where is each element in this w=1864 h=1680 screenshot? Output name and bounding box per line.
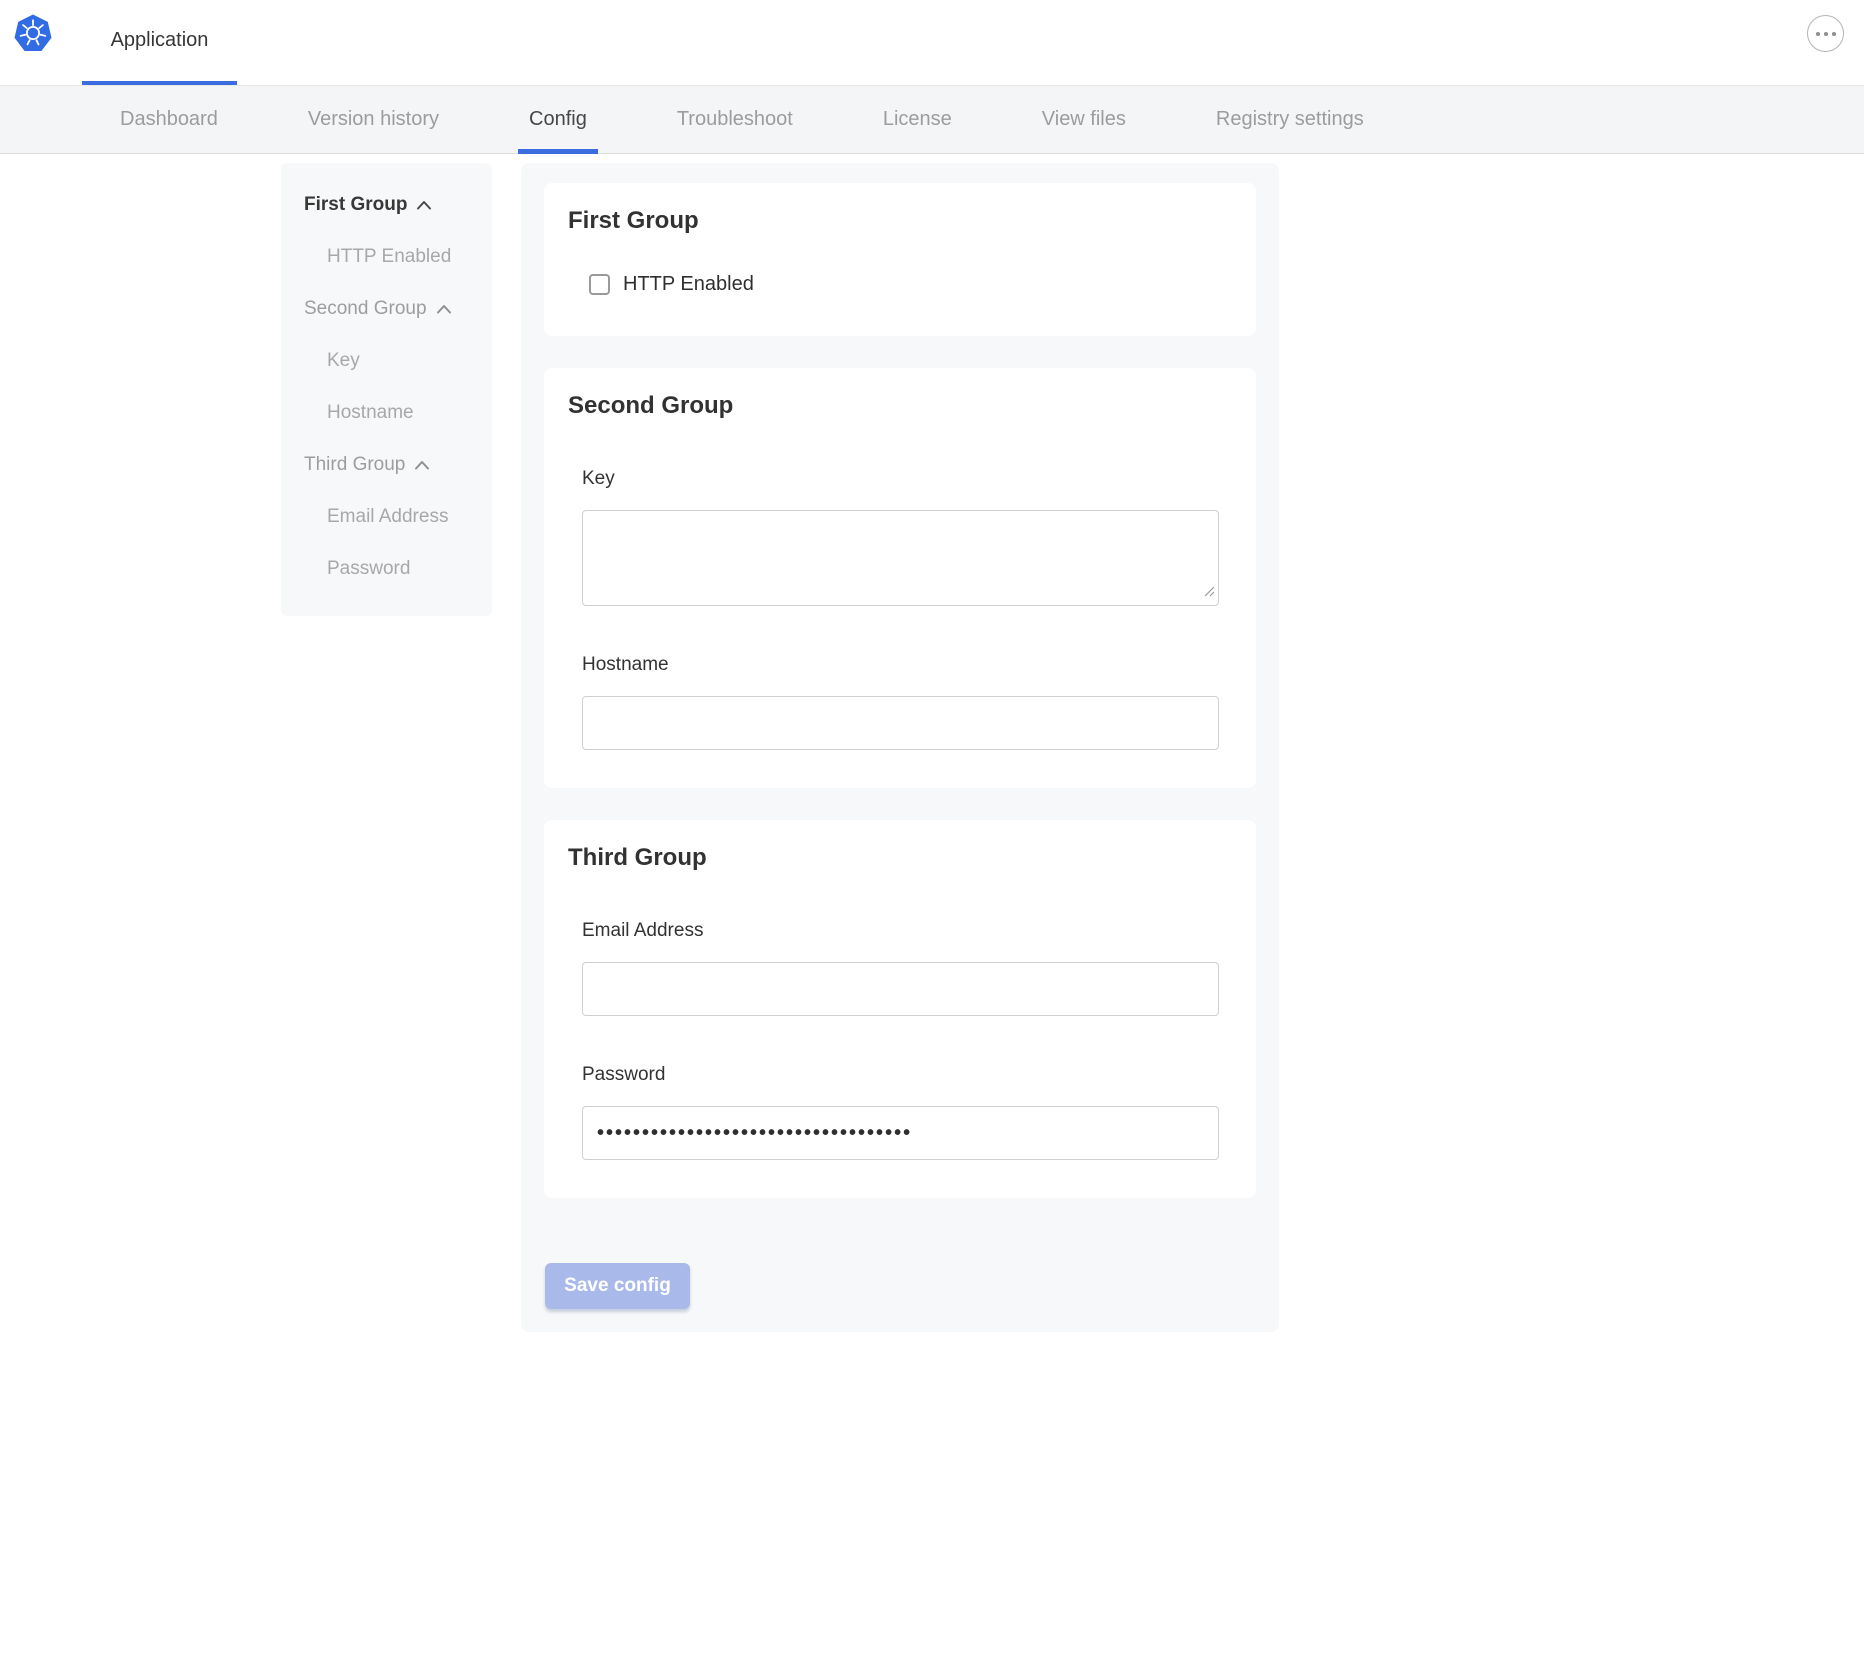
email-address-field: Email Address — [582, 920, 1219, 1016]
sidebar-item-key[interactable]: Key — [281, 349, 492, 372]
sidebar-item-label: Second Group — [304, 297, 427, 320]
email-address-input[interactable] — [582, 962, 1219, 1016]
save-config-button[interactable]: Save config — [545, 1263, 690, 1309]
config-outline-sidebar: First Group HTTP Enabled Second Group Ke… — [281, 163, 492, 616]
sidebar-item-hostname[interactable]: Hostname — [281, 401, 492, 424]
sidebar-item-label: Hostname — [327, 401, 414, 424]
tab-registry-settings[interactable]: Registry settings — [1171, 86, 1409, 153]
ellipsis-icon — [1824, 32, 1828, 36]
kubernetes-logo-icon — [14, 13, 52, 53]
ellipsis-icon — [1816, 32, 1820, 36]
sidebar-item-http-enabled[interactable]: HTTP Enabled — [281, 245, 492, 268]
chevron-up-icon — [436, 304, 452, 314]
hostname-input[interactable] — [582, 696, 1219, 750]
tab-dashboard[interactable]: Dashboard — [75, 86, 263, 153]
tab-license[interactable]: License — [838, 86, 997, 153]
sidebar-item-password[interactable]: Password — [281, 557, 492, 580]
config-group-second-group: Second Group Key Hostname — [544, 368, 1256, 788]
chevron-up-icon — [416, 200, 432, 210]
chevron-up-icon — [414, 460, 430, 470]
http-enabled-label: HTTP Enabled — [623, 273, 754, 296]
config-form-panel: First Group HTTP Enabled Second Group Ke… — [521, 163, 1279, 1332]
config-group-third-group: Third Group Email Address Password — [544, 820, 1256, 1198]
config-group-first-group: First Group HTTP Enabled — [544, 183, 1256, 336]
sidebar-item-email-address[interactable]: Email Address — [281, 505, 492, 528]
app-title-tab[interactable]: Application — [82, 0, 237, 85]
tab-troubleshoot[interactable]: Troubleshoot — [632, 86, 838, 153]
sidebar-item-label: HTTP Enabled — [327, 245, 451, 268]
group-title: First Group — [568, 207, 1232, 235]
sidebar-item-label: Key — [327, 349, 360, 372]
group-title: Third Group — [568, 844, 1232, 872]
sidebar-item-label: First Group — [304, 193, 407, 216]
sidebar-item-first-group[interactable]: First Group — [281, 193, 492, 216]
nav-tabs: Dashboard Version history Config Trouble… — [75, 86, 1409, 153]
tab-version-history[interactable]: Version history — [263, 86, 484, 153]
hostname-field: Hostname — [582, 654, 1219, 750]
overflow-menu-button[interactable] — [1807, 15, 1844, 52]
group-title: Second Group — [568, 392, 1232, 420]
password-label: Password — [582, 1064, 1219, 1086]
email-address-label: Email Address — [582, 920, 1219, 942]
key-textarea[interactable] — [582, 510, 1219, 606]
sidebar-item-second-group[interactable]: Second Group — [281, 297, 492, 320]
sidebar-item-third-group[interactable]: Third Group — [281, 453, 492, 476]
app-header: Application — [0, 0, 1864, 86]
config-page: First Group HTTP Enabled Second Group Ke… — [0, 154, 1864, 1679]
password-input[interactable] — [582, 1106, 1219, 1160]
app-navbar: Dashboard Version history Config Trouble… — [0, 86, 1864, 154]
password-field: Password — [582, 1064, 1219, 1160]
sidebar-item-label: Email Address — [327, 505, 448, 528]
sidebar-item-label: Third Group — [304, 453, 405, 476]
sidebar-item-label: Password — [327, 557, 410, 580]
key-label: Key — [582, 468, 1219, 490]
tab-view-files[interactable]: View files — [997, 86, 1171, 153]
key-field: Key — [582, 468, 1219, 606]
http-enabled-checkbox[interactable] — [589, 274, 610, 295]
ellipsis-icon — [1832, 32, 1836, 36]
tab-config[interactable]: Config — [484, 86, 632, 153]
hostname-label: Hostname — [582, 654, 1219, 676]
http-enabled-field: HTTP Enabled — [589, 273, 1232, 296]
